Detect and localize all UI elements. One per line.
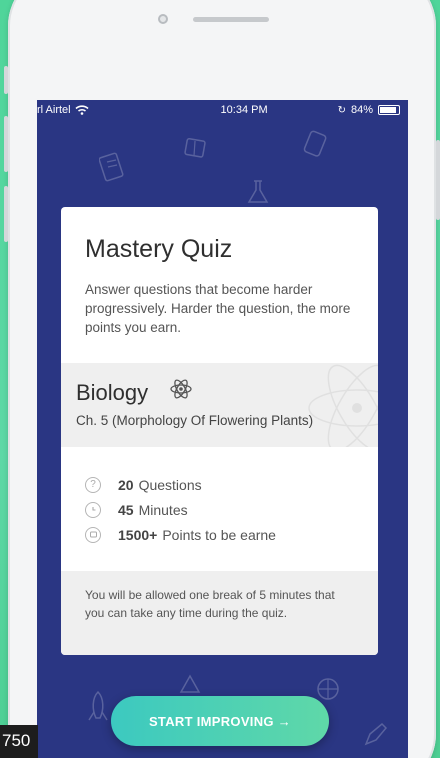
app-screen: rl Airtel 10:34 PM ↻ 84% Mastery Quiz An… (37, 100, 408, 758)
power-button (436, 140, 440, 220)
front-camera (158, 14, 168, 24)
stat-points: 1500+ Points to be earne (85, 522, 276, 547)
stat-value: 1500+ (118, 526, 158, 543)
status-bar: rl Airtel 10:34 PM ↻ 84% (37, 100, 408, 120)
question-icon: ? (85, 476, 101, 493)
shape-doodle-icon (179, 674, 201, 693)
clock-icon (85, 501, 101, 518)
pencil-doodle-icon (364, 722, 388, 746)
stat-minutes: 45 Minutes (85, 497, 276, 522)
corner-badge: 750 (0, 725, 38, 758)
earpiece-speaker (193, 17, 269, 22)
quiz-title: Mastery Quiz (85, 235, 233, 263)
mute-switch (4, 66, 8, 94)
volume-down-button (4, 186, 8, 242)
subject-name: Biology (76, 380, 149, 405)
notebook-doodle-icon (99, 152, 124, 182)
points-icon (85, 526, 101, 543)
subject-section: Biology Ch. 5 (Morphology Of Flowering P… (61, 363, 378, 447)
flask-doodle-icon (247, 180, 269, 203)
start-improving-button[interactable]: START IMPROVING → (111, 696, 329, 746)
rocket-doodle-icon (88, 690, 108, 721)
stat-value: 45 (118, 501, 134, 518)
quiz-card: Mastery Quiz Answer questions that becom… (61, 207, 378, 655)
atom-watermark-icon (308, 364, 378, 447)
stat-value: 20 (118, 476, 134, 493)
chapter-label: Ch. 5 (Morphology Of Flowering Plants) (76, 413, 314, 428)
stat-label: Questions (138, 476, 202, 493)
volume-up-button (4, 116, 8, 172)
carrier-label: rl Airtel (37, 104, 71, 116)
battery-percent: 84% (350, 104, 373, 116)
break-note: You will be allowed one break of 5 minut… (61, 571, 378, 655)
wifi-icon (75, 105, 89, 115)
atom-icon (170, 379, 192, 399)
tablet-doodle-icon (303, 130, 327, 157)
quiz-description: Answer questions that become harder prog… (85, 282, 351, 335)
stat-label: Points to be earne (162, 526, 276, 543)
stat-questions: ? 20 Questions (85, 472, 276, 497)
book-doodle-icon (184, 137, 206, 158)
orientation-lock-icon: ↻ (337, 104, 346, 116)
quiz-stats: ? 20 Questions 45 Minutes 1500+ Points t… (85, 472, 276, 547)
status-time: 10:34 PM (220, 104, 268, 116)
battery-icon (377, 105, 400, 115)
stat-label: Minutes (138, 501, 188, 518)
ball-doodle-icon (317, 678, 339, 700)
